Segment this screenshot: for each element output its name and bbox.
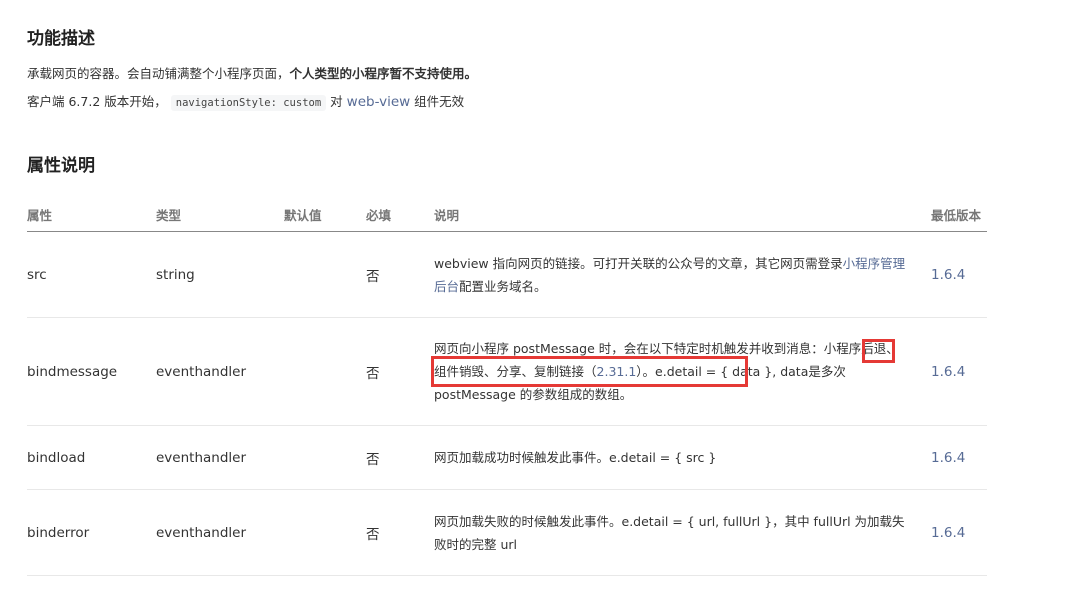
cell-type: eventhandler <box>156 317 284 426</box>
description-text: 承载网页的容器。会自动铺满整个小程序页面， <box>27 66 290 81</box>
header-default: 默认值 <box>284 197 366 232</box>
description-line-2: 客户端 6.7.2 版本开始， navigationStyle: custom 对 … <box>27 91 465 111</box>
cell-type: eventhandler <box>156 425 284 490</box>
version-note-prefix: 客户端 6.7.2 版本开始， <box>27 94 167 109</box>
table-header-row: 属性 类型 默认值 必填 说明 最低版本 <box>27 197 987 232</box>
table-row: bindload eventhandler 否 网页加载成功时候触发此事件。e.… <box>27 425 987 490</box>
cell-default <box>284 231 366 318</box>
cell-required: 否 <box>366 317 434 426</box>
desc-after: 配置业务域名。 <box>459 278 547 294</box>
cell-type: string <box>156 231 284 318</box>
highlight-box <box>862 339 895 363</box>
inline-code: navigationStyle: custom <box>170 95 327 111</box>
cell-version[interactable]: 1.6.4 <box>931 317 987 426</box>
cell-default <box>284 425 366 490</box>
description-line-1: 承载网页的容器。会自动铺满整个小程序页面，个人类型的小程序暂不支持使用。 <box>27 63 477 82</box>
version-note-mid: 对 <box>330 94 343 109</box>
cell-attr: bindload <box>27 425 156 490</box>
header-type: 类型 <box>156 197 284 232</box>
web-view-link[interactable]: web-view <box>347 94 411 110</box>
cell-version[interactable]: 1.6.4 <box>931 425 987 490</box>
cell-description: 网页加载成功时候触发此事件。e.detail = { src } <box>434 425 931 490</box>
highlight-box <box>431 356 748 387</box>
description-bold-note: 个人类型的小程序暂不支持使用。 <box>289 66 478 81</box>
header-min-version: 最低版本 <box>931 197 987 232</box>
header-description: 说明 <box>434 197 931 232</box>
cell-version[interactable]: 1.6.4 <box>931 489 987 576</box>
section-title-function: 功能描述 <box>27 29 95 49</box>
cell-description: webview 指向网页的链接。可打开关联的公众号的文章，其它网页需登录小程序管… <box>434 231 931 318</box>
table-row: binderror eventhandler 否 网页加载失败的时候触发此事件。… <box>27 489 987 576</box>
cell-default <box>284 489 366 576</box>
header-attr: 属性 <box>27 197 156 232</box>
cell-required: 否 <box>366 489 434 576</box>
cell-required: 否 <box>366 231 434 318</box>
cell-default <box>284 317 366 426</box>
cell-required: 否 <box>366 425 434 490</box>
version-note-suffix: 组件无效 <box>414 94 465 109</box>
desc-text: webview 指向网页的链接。可打开关联的公众号的文章，其它网页需登录 <box>434 255 843 271</box>
table-row: src string 否 webview 指向网页的链接。可打开关联的公众号的文… <box>27 231 987 318</box>
cell-description: 网页加载失败的时候触发此事件。e.detail = { url, fullUrl… <box>434 489 931 576</box>
cell-attr: bindmessage <box>27 317 156 426</box>
cell-attr: src <box>27 231 156 318</box>
cell-version[interactable]: 1.6.4 <box>931 231 987 318</box>
cell-attr: binderror <box>27 489 156 576</box>
section-title-attributes: 属性说明 <box>27 156 95 176</box>
cell-type: eventhandler <box>156 489 284 576</box>
header-required: 必填 <box>366 197 434 232</box>
